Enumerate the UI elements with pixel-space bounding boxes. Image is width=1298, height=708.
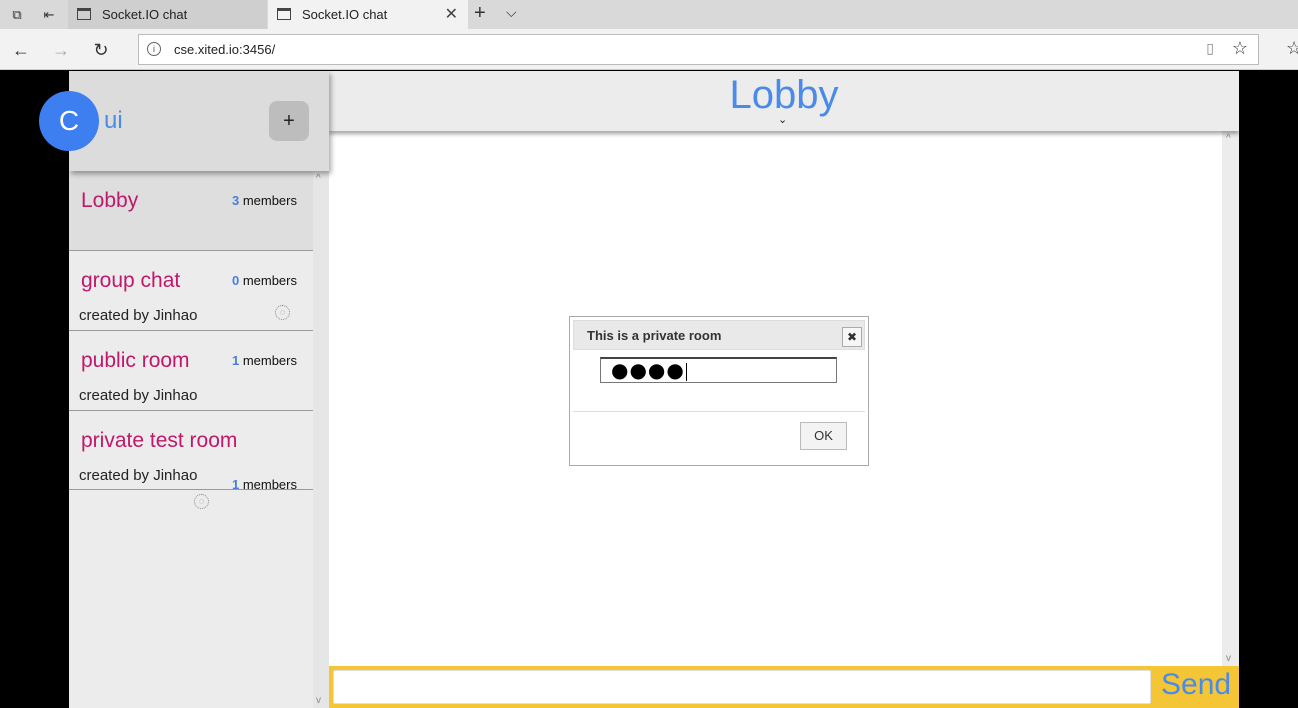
member-number: 0 bbox=[231, 273, 240, 288]
page-icon bbox=[77, 8, 91, 20]
private-room-dialog: This is a private room ✖ ●●●● OK bbox=[569, 316, 869, 466]
message-composer: Send bbox=[329, 666, 1239, 708]
chevron-down-icon[interactable]: ⌵ bbox=[506, 4, 517, 21]
sidebar: Lobby 3 members group chat 0 members cre… bbox=[39, 71, 329, 708]
room-title: Lobby bbox=[729, 73, 839, 117]
password-mask: ●●●● bbox=[611, 358, 685, 382]
new-tab-icon[interactable]: + bbox=[474, 2, 486, 25]
browser-tab-2[interactable]: Socket.IO chat ✕ bbox=[268, 0, 468, 29]
address-bar[interactable]: i cse.xited.io:3456/ ▯ ☆ bbox=[138, 34, 1259, 65]
room-member-count: 1 members bbox=[232, 477, 297, 492]
avatar: C bbox=[39, 91, 99, 151]
dialog-title-bar: This is a private room ✖ bbox=[573, 320, 865, 350]
favorite-star-icon[interactable]: ☆ bbox=[1232, 38, 1248, 59]
members-label: members bbox=[242, 477, 297, 492]
room-item-lobby[interactable]: Lobby 3 members bbox=[69, 171, 313, 251]
send-button[interactable]: Send bbox=[1161, 668, 1231, 702]
ok-button[interactable]: OK bbox=[800, 422, 847, 450]
set-aside-tabs-icon[interactable]: ⇤ bbox=[40, 6, 58, 24]
close-tab-icon[interactable]: ✕ bbox=[445, 0, 458, 29]
room-member-count: 1 members bbox=[232, 353, 297, 368]
room-name: private test room bbox=[81, 429, 238, 452]
delete-room-icon[interactable]: ◌ bbox=[194, 494, 209, 509]
back-icon[interactable]: ← bbox=[9, 38, 33, 62]
user-profile: C ui + bbox=[39, 71, 329, 171]
scroll-down-icon[interactable]: v bbox=[1226, 653, 1231, 664]
url-text[interactable]: cse.xited.io:3456/ bbox=[174, 42, 275, 57]
scroll-down-icon[interactable]: v bbox=[316, 695, 321, 706]
room-name: Lobby bbox=[81, 189, 139, 212]
room-item-private-test-room[interactable]: private test room 1 members created by J… bbox=[69, 411, 313, 492]
member-number: 3 bbox=[231, 193, 240, 208]
members-label: members bbox=[242, 193, 297, 208]
room-member-count: 0 members bbox=[232, 273, 297, 288]
text-caret bbox=[685, 362, 687, 381]
divider bbox=[573, 411, 865, 412]
scroll-up-icon[interactable]: ^ bbox=[1226, 133, 1231, 144]
password-input[interactable]: ●●●● bbox=[600, 357, 837, 383]
room-header: Lobby ⌄ bbox=[329, 71, 1239, 131]
room-creator: created by Jinhao bbox=[79, 387, 198, 404]
sidebar-scrollbar[interactable]: ^ v bbox=[313, 171, 329, 708]
browser-tab-bar: ⧉ ⇤ Socket.IO chat Socket.IO chat ✕ + ⌵ bbox=[0, 0, 1298, 29]
reading-view-icon[interactable]: ▯ bbox=[1206, 40, 1214, 57]
browser-tab-1[interactable]: Socket.IO chat bbox=[68, 0, 267, 29]
page-icon bbox=[277, 8, 291, 20]
member-number: 1 bbox=[231, 477, 240, 492]
member-number: 1 bbox=[231, 353, 240, 368]
delete-room-icon[interactable]: ◌ bbox=[275, 305, 290, 320]
dialog-title: This is a private room bbox=[587, 328, 722, 343]
browser-tab-label: Socket.IO chat bbox=[302, 7, 388, 22]
room-member-count: 3 members bbox=[232, 193, 297, 208]
room-item-group-chat[interactable]: group chat 0 members created by Jinhao ◌ bbox=[69, 251, 313, 331]
close-icon[interactable]: ✖ bbox=[842, 327, 862, 347]
info-icon[interactable]: i bbox=[147, 42, 161, 56]
members-label: members bbox=[242, 273, 297, 288]
refresh-icon[interactable]: ↻ bbox=[89, 38, 113, 62]
room-creator: created by Jinhao bbox=[79, 307, 198, 324]
room-creator: created by Jinhao bbox=[79, 467, 198, 484]
room-list: Lobby 3 members group chat 0 members cre… bbox=[69, 171, 313, 492]
room-name: group chat bbox=[81, 269, 181, 292]
favorites-icon[interactable]: ☆ bbox=[1286, 38, 1298, 59]
members-label: members bbox=[242, 353, 297, 368]
browser-nav-bar: ← → ↻ i cse.xited.io:3456/ ▯ ☆ ☆ bbox=[0, 29, 1298, 70]
message-input[interactable] bbox=[333, 670, 1151, 704]
username: ui bbox=[104, 107, 123, 134]
add-room-button[interactable]: + bbox=[269, 101, 309, 141]
room-item-public-room[interactable]: public room 1 members created by Jinhao bbox=[69, 331, 313, 411]
browser-tab-label: Socket.IO chat bbox=[102, 7, 188, 22]
room-name: public room bbox=[81, 349, 190, 372]
scroll-up-icon[interactable]: ^ bbox=[316, 173, 321, 184]
forward-icon[interactable]: → bbox=[49, 38, 73, 62]
tab-actions-icon[interactable]: ⧉ bbox=[8, 6, 26, 24]
messages-scrollbar[interactable]: ^ v bbox=[1222, 131, 1239, 666]
chevron-down-icon[interactable]: ⌄ bbox=[778, 113, 787, 126]
